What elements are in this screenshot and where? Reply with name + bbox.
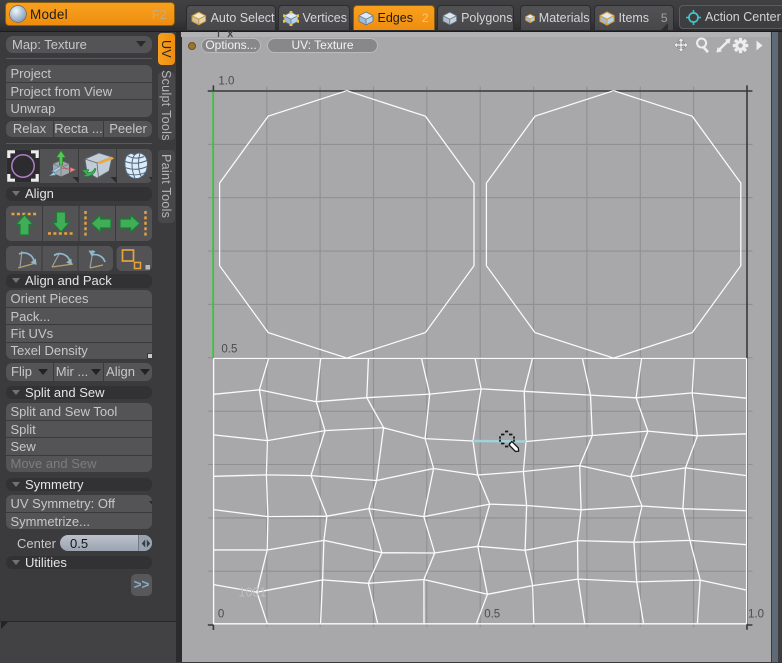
svg-text:0: 0 [218,609,224,621]
svg-text:1001: 1001 [239,586,267,600]
svg-text:0.5: 0.5 [484,609,500,621]
svg-text:0.5: 0.5 [221,343,237,355]
svg-text:1.0: 1.0 [218,76,234,88]
svg-text:1.0: 1.0 [748,609,764,621]
